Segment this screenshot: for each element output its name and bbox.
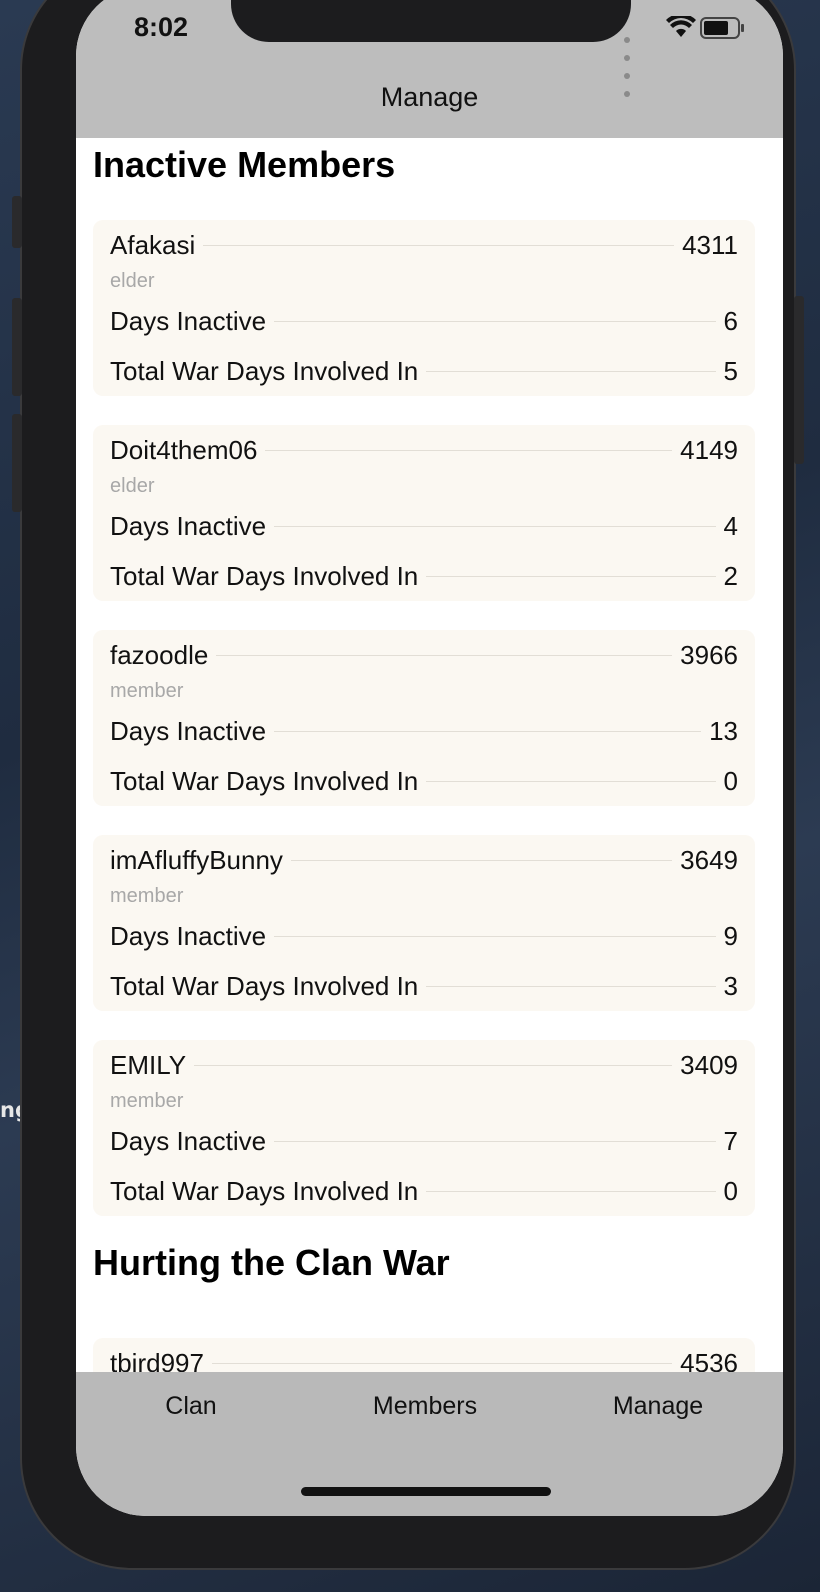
section-title-inactive: Inactive Members [93,144,396,185]
row-divider [426,1190,716,1192]
row-divider [216,654,673,656]
member-card[interactable]: Doit4them06 4149 elder Days Inactive 4 T… [93,425,755,601]
member-role: member [110,885,184,907]
days-inactive-label: Days Inactive [110,715,267,746]
row-divider [426,575,716,577]
row-divider [426,780,716,782]
member-name-row: EMILY 3409 [110,1048,738,1082]
volume-down-button [12,414,22,512]
tab-clan[interactable]: Clan [165,1392,216,1421]
days-inactive-row: Days Inactive 9 [110,919,738,953]
war-days-label: Total War Days Involved In [110,765,419,796]
war-days-row: Total War Days Involved In 2 [110,559,738,593]
row-divider [203,244,675,246]
row-divider [265,449,673,451]
member-score: 4149 [680,434,738,465]
row-divider [211,1362,673,1364]
days-inactive-row: Days Inactive 6 [110,304,738,338]
member-card[interactable]: EMILY 3409 member Days Inactive 7 Total … [93,1040,755,1216]
days-inactive-value: 13 [709,715,738,746]
member-card[interactable]: fazoodle 3966 member Days Inactive 13 To… [93,630,755,806]
screen: 8:02 Manage Inactive Members Afakasi 431… [76,0,783,1516]
war-days-value: 0 [723,765,738,796]
war-days-row: Total War Days Involved In 0 [110,1174,738,1208]
row-divider [274,1140,716,1142]
member-role: member [110,680,184,702]
row-divider [274,935,716,937]
tab-manage[interactable]: Manage [613,1392,703,1421]
battery-icon [700,17,744,39]
days-inactive-value: 4 [723,510,738,541]
volume-up-button [12,298,22,396]
member-score: 3649 [680,844,738,875]
row-divider [274,320,716,322]
member-role: member [110,1090,184,1112]
scroll-content[interactable]: Inactive Members Afakasi 4311 elder Days… [76,138,783,1398]
member-name: Doit4them06 [110,434,258,465]
war-days-value: 2 [723,560,738,591]
days-inactive-label: Days Inactive [110,510,267,541]
member-role: elder [110,270,155,292]
member-name-row: Afakasi 4311 [110,228,738,262]
days-inactive-value: 7 [723,1125,738,1156]
notch [231,0,631,42]
row-divider [274,730,702,732]
wifi-icon [666,16,696,37]
nav-title: Manage [380,82,479,112]
mute-switch [12,196,22,248]
war-days-value: 3 [723,970,738,1001]
days-inactive-value: 9 [723,920,738,951]
power-button [794,296,804,464]
days-inactive-label: Days Inactive [110,920,267,951]
member-name: fazoodle [110,639,209,670]
member-card[interactable]: imAfluffyBunny 3649 member Days Inactive… [93,835,755,1011]
war-days-label: Total War Days Involved In [110,560,419,591]
row-divider [274,525,716,527]
tab-members[interactable]: Members [373,1392,477,1421]
phone-frame: 8:02 Manage Inactive Members Afakasi 431… [12,0,804,1568]
days-inactive-label: Days Inactive [110,305,267,336]
member-name: EMILY [110,1049,187,1080]
war-days-row: Total War Days Involved In 0 [110,764,738,798]
member-score: 4311 [682,229,738,260]
row-divider [426,370,716,372]
member-name-row: imAfluffyBunny 3649 [110,843,738,877]
member-name-row: Doit4them06 4149 [110,433,738,467]
member-name: imAfluffyBunny [110,844,283,875]
section-title-hurting: Hurting the Clan War [93,1242,450,1283]
member-name-row: fazoodle 3966 [110,638,738,672]
member-score: 3966 [680,639,738,670]
war-days-value: 5 [723,355,738,386]
member-name: Afakasi [110,229,196,260]
war-days-label: Total War Days Involved In [110,355,419,386]
navigation-bar: 8:02 Manage [76,0,783,138]
war-days-label: Total War Days Involved In [110,970,419,1001]
days-inactive-row: Days Inactive 13 [110,714,738,748]
row-divider [426,985,716,987]
member-score: 3409 [680,1049,738,1080]
row-divider [290,859,673,861]
member-card[interactable]: Afakasi 4311 elder Days Inactive 6 Total… [93,220,755,396]
status-time: 8:02 [134,12,189,42]
member-role: elder [110,475,155,497]
war-days-label: Total War Days Involved In [110,1175,419,1206]
days-inactive-row: Days Inactive 7 [110,1124,738,1158]
home-indicator[interactable] [301,1487,551,1496]
days-inactive-label: Days Inactive [110,1125,267,1156]
war-days-row: Total War Days Involved In 5 [110,354,738,388]
days-inactive-row: Days Inactive 4 [110,509,738,543]
days-inactive-value: 6 [723,305,738,336]
war-days-row: Total War Days Involved In 3 [110,969,738,1003]
row-divider [194,1064,673,1066]
war-days-value: 0 [723,1175,738,1206]
